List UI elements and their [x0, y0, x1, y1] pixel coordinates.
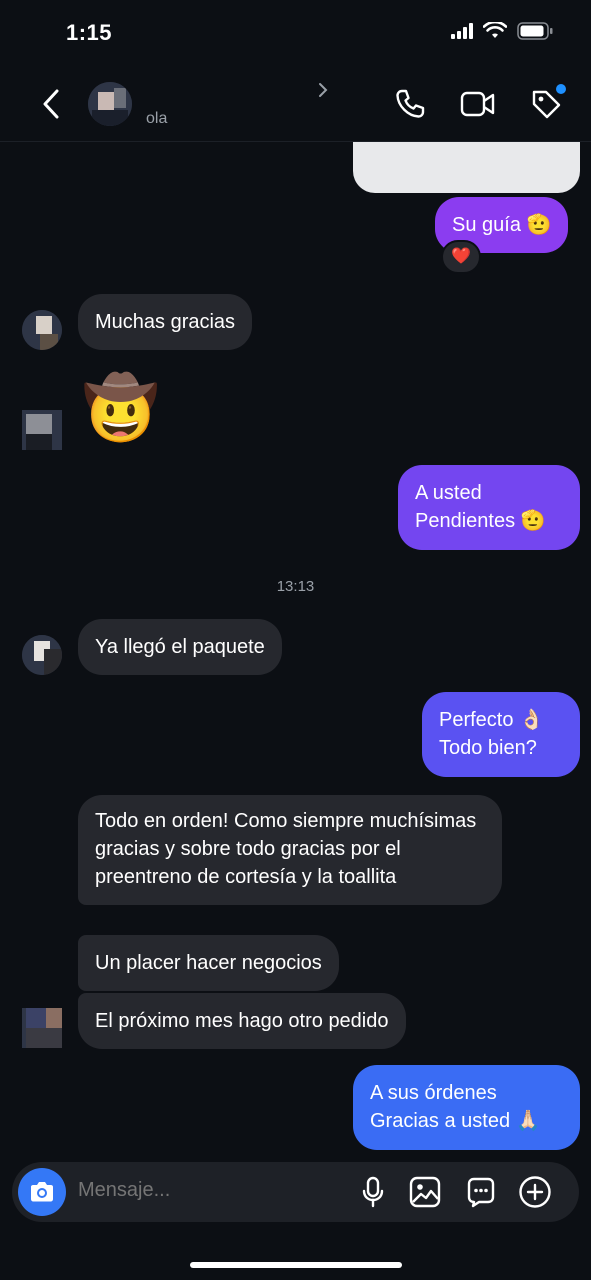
- outgoing-message[interactable]: A sus órdenes Gracias a usted 🙏🏻: [353, 1065, 580, 1150]
- contact-name-button[interactable]: [146, 80, 328, 100]
- battery-icon: [517, 22, 553, 40]
- contact-avatar[interactable]: [88, 82, 132, 126]
- sticker-icon: [467, 1177, 495, 1208]
- home-indicator[interactable]: [190, 1262, 402, 1268]
- gallery-icon: [409, 1176, 441, 1208]
- sender-avatar[interactable]: [22, 410, 62, 450]
- contact-username: ola: [146, 110, 168, 127]
- outgoing-message[interactable]: Perfecto 👌🏻 Todo bien?: [422, 692, 580, 777]
- status-icons: [451, 22, 553, 40]
- message-line: Todo bien?: [439, 737, 537, 759]
- message-text: El próximo mes hago otro pedido: [95, 1010, 389, 1032]
- status-time: 1:15: [66, 20, 113, 45]
- sender-avatar[interactable]: [22, 1008, 62, 1048]
- call-button[interactable]: [390, 84, 430, 124]
- wifi-icon: [483, 22, 507, 38]
- contact-name: [146, 80, 314, 100]
- signal-icon: [451, 23, 473, 39]
- chat-header: ola: [0, 70, 591, 142]
- video-icon: [460, 91, 495, 117]
- heart-reaction: ❤️: [451, 248, 471, 265]
- chevron-right-icon: [319, 83, 328, 97]
- sender-avatar[interactable]: [22, 310, 62, 350]
- message-text: 🤠: [82, 374, 160, 443]
- camera-button[interactable]: [18, 1168, 66, 1216]
- phone-icon: [396, 89, 425, 118]
- label-button[interactable]: [526, 84, 566, 124]
- message-text: Ya llegó el paquete: [95, 636, 265, 658]
- message-line: Pendientes 🫡: [415, 510, 546, 532]
- more-options-button[interactable]: [517, 1174, 553, 1210]
- gallery-button[interactable]: [407, 1174, 443, 1210]
- incoming-message[interactable]: Muchas gracias: [78, 294, 253, 350]
- message-timestamp: 13:13: [276, 578, 315, 595]
- reaction-badge[interactable]: ❤️: [441, 240, 481, 274]
- message-text: Su guía 🫡: [452, 214, 552, 236]
- microphone-icon: [362, 1176, 384, 1208]
- plus-icon: [519, 1176, 551, 1208]
- outgoing-message[interactable]: A usted Pendientes 🫡: [398, 465, 580, 550]
- incoming-message[interactable]: Ya llegó el paquete: [78, 619, 282, 675]
- previous-message-bubble[interactable]: [353, 142, 580, 193]
- message-text: Todo en orden! Como siempre muchísimas g…: [95, 810, 477, 888]
- emoji-message[interactable]: 🤠: [82, 372, 159, 446]
- message-text: Muchas gracias: [95, 311, 236, 333]
- incoming-message[interactable]: El próximo mes hago otro pedido: [78, 993, 406, 1049]
- camera-icon: [31, 1182, 53, 1202]
- message-composer: [12, 1162, 579, 1222]
- back-button[interactable]: [36, 86, 66, 122]
- status-bar: 1:15: [0, 0, 591, 70]
- message-line: Perfecto 👌🏻: [439, 709, 544, 731]
- back-chevron-icon: [43, 89, 59, 119]
- notification-dot: [556, 84, 566, 94]
- video-call-button[interactable]: [458, 84, 498, 124]
- message-line: Gracias a usted 🙏🏻: [370, 1110, 541, 1132]
- sender-avatar[interactable]: [22, 635, 62, 675]
- sticker-button[interactable]: [463, 1174, 499, 1210]
- message-text: Un placer hacer negocios: [95, 952, 322, 974]
- voice-message-button[interactable]: [355, 1174, 391, 1210]
- message-line: A sus órdenes: [370, 1082, 497, 1104]
- incoming-message[interactable]: Un placer hacer negocios: [78, 935, 339, 991]
- message-thread[interactable]: Su guía 🫡 ❤️ Muchas gracias 🤠 A usted Pe…: [0, 142, 591, 1157]
- message-input[interactable]: [78, 1179, 338, 1202]
- message-line: A usted: [415, 482, 482, 504]
- incoming-message[interactable]: Todo en orden! Como siempre muchísimas g…: [78, 795, 502, 905]
